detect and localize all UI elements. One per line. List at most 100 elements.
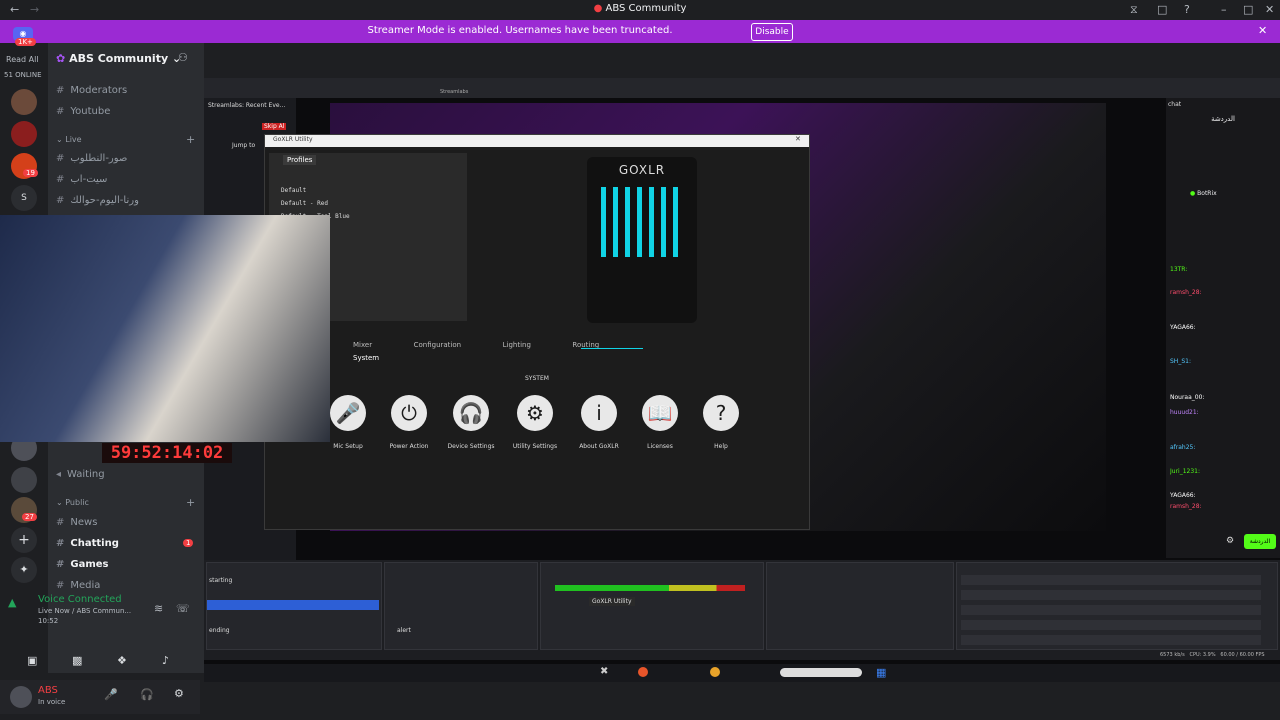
obs-menu-streamlabs[interactable]: Streamlabs [440, 89, 468, 95]
power-action-item[interactable]: ⏻ Power Action [383, 395, 435, 450]
taskbar-app-icon[interactable] [638, 667, 648, 677]
goxlr-window-title: GoXLR Utility [273, 136, 313, 143]
username[interactable]: ABS [38, 685, 58, 696]
source-item[interactable]: alert [397, 627, 411, 634]
scenes-dock: starting ending [206, 562, 382, 650]
category-live[interactable]: ⌄ Live [56, 135, 82, 144]
user-status: In voice [38, 698, 66, 706]
chat-message: ramsh_28: [1170, 503, 1202, 510]
help-icon: ? [703, 395, 739, 431]
licenses-item[interactable]: 📖 Licenses [634, 395, 686, 450]
chat-message: Nouraa_00: [1170, 394, 1205, 401]
profile-item[interactable]: Default - Red [281, 200, 328, 207]
channel-youtube[interactable]: # Youtube [56, 106, 110, 117]
settings-gear-icon[interactable]: ⚙ [174, 687, 184, 700]
channel-live-2[interactable]: # سيت-اب [56, 174, 107, 185]
server-icon-5[interactable] [11, 467, 37, 493]
inbox-icon[interactable]: □ [1157, 3, 1167, 16]
soundboard-icon[interactable]: ♪ [162, 654, 169, 667]
noise-icon[interactable]: ≋ [154, 602, 163, 615]
banner-close-icon[interactable]: ✕ [1258, 24, 1267, 37]
home-badge: 1K+ [15, 38, 36, 46]
windows-start-icon[interactable]: ▦ [876, 666, 886, 679]
voice-detail: Live Now / ABS Commun... [38, 607, 132, 615]
maximize-icon[interactable]: □ [1243, 3, 1253, 16]
channel-live-1[interactable]: # صور-النطلوب [56, 153, 127, 164]
goxlr-close-icon[interactable]: ✕ [795, 135, 801, 143]
gear-icon: ⚙ [517, 395, 553, 431]
category-public[interactable]: ⌄ Public [56, 498, 89, 507]
control-button[interactable] [961, 620, 1261, 630]
taskbar-app-icon[interactable]: ✖ [600, 666, 608, 677]
help-item[interactable]: ? Help [695, 395, 747, 450]
goxlr-logo: GOXLR [618, 163, 666, 177]
control-button[interactable] [961, 575, 1261, 585]
chat-panel: chat الدردشة ● BotRix 13TR: ramsh_28: YA… [1166, 98, 1280, 558]
banner-message: Streamer Mode is enabled. Usernames have… [367, 25, 673, 36]
chat-settings-icon[interactable]: ⚙ [1226, 536, 1234, 546]
server-name[interactable]: ✿ ABS Community ⌄ [56, 52, 181, 65]
help-icon[interactable]: ? [1184, 3, 1190, 16]
chat-message: ramsh_28: [1170, 289, 1202, 296]
device-settings-item[interactable]: 🎧 Device Settings [445, 395, 497, 450]
system-tab-indicator [581, 336, 643, 349]
add-member-icon[interactable]: ⚇ [178, 51, 188, 64]
channel-news[interactable]: # News [56, 517, 97, 528]
server-icon-2[interactable] [11, 121, 37, 147]
scene-item[interactable]: starting [209, 577, 232, 584]
control-button[interactable] [961, 590, 1261, 600]
control-button[interactable] [961, 605, 1261, 615]
camera-off-icon[interactable]: ▣ [27, 654, 37, 667]
pin-icon[interactable]: ⧖ [1130, 3, 1138, 17]
channel-media[interactable]: # Media [56, 580, 100, 591]
profile-item[interactable]: Default [281, 187, 306, 194]
discover-icon[interactable]: ✦ [11, 557, 37, 583]
skip-alert-button[interactable]: Skip Al [262, 123, 287, 130]
tab-system[interactable]: System [353, 354, 379, 362]
add-server-icon[interactable]: + [11, 527, 37, 553]
transitions-dock [766, 562, 954, 650]
mixer-device-label: GoXLR Utility [589, 597, 635, 606]
voice-panel: ▲ Voice Connected Live Now / ABS Commun.… [8, 594, 198, 630]
add-channel-icon[interactable]: + [186, 133, 195, 146]
activities-icon[interactable]: ❖ [117, 654, 127, 667]
window-title: ● ABS Community [593, 3, 687, 14]
about-goxlr-item[interactable]: i About GoXLR [573, 395, 625, 450]
read-all-button[interactable]: Read All [6, 55, 39, 64]
minimize-icon[interactable]: – [1221, 3, 1227, 16]
tab-lighting[interactable]: Lighting [503, 341, 531, 349]
scene-item[interactable]: ending [209, 627, 230, 634]
avatar[interactable] [10, 686, 32, 708]
channel-waiting[interactable]: ◂ Waiting [56, 469, 105, 480]
taskbar-app-icon[interactable] [710, 667, 720, 677]
tab-mixer[interactable]: Mixer [353, 341, 372, 349]
server-icon-s[interactable]: S [11, 185, 37, 211]
scene-item-selected[interactable] [207, 600, 379, 610]
voice-time: 10:52 [38, 617, 59, 625]
chat-message: YAGA66: [1170, 324, 1196, 331]
screenshare-icon[interactable]: ▩ [72, 654, 82, 667]
disconnect-icon[interactable]: ☏ [176, 602, 190, 615]
channel-live-3[interactable]: # ورنا-اليوم-حوالك [56, 195, 139, 206]
profiles-header[interactable]: Profiles [283, 155, 317, 165]
chat-header: الدردشة [1211, 115, 1235, 123]
channel-chatting[interactable]: # Chatting [56, 538, 119, 549]
utility-settings-item[interactable]: ⚙ Utility Settings [509, 395, 561, 450]
server-icon-1[interactable] [11, 89, 37, 115]
disable-button[interactable]: Disable [751, 23, 793, 41]
headset-icon[interactable]: 🎧 [140, 688, 154, 701]
chat-send-button[interactable]: الدردشة [1244, 534, 1276, 549]
signal-icon: ▲ [8, 596, 17, 609]
voice-status[interactable]: Voice Connected [38, 594, 122, 605]
mic-icon[interactable]: 🎤 [104, 688, 118, 701]
tab-configuration[interactable]: Configuration [414, 341, 461, 349]
jump-to-button[interactable]: Jump to [232, 142, 255, 149]
close-icon[interactable]: ✕ [1265, 3, 1274, 16]
channel-moderators[interactable]: # Moderators [56, 85, 127, 96]
sources-dock: alert [384, 562, 538, 650]
control-button[interactable] [961, 635, 1261, 645]
taskbar-search[interactable] [780, 668, 862, 677]
goxlr-titlebar: GoXLR Utility ✕ [265, 135, 809, 147]
channel-games[interactable]: # Games [56, 559, 109, 570]
add-public-channel-icon[interactable]: + [186, 496, 195, 509]
